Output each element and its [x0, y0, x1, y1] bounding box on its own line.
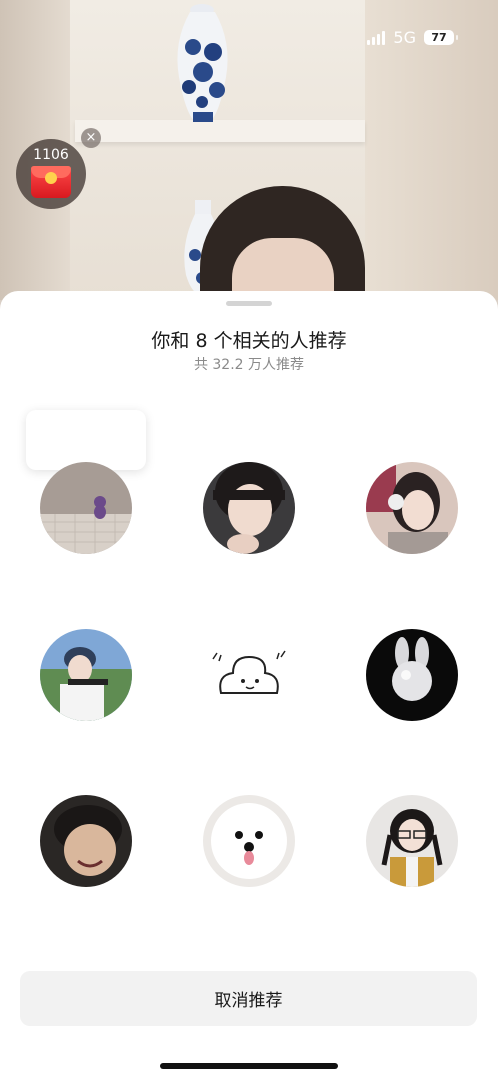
battery-icon: 77	[424, 30, 458, 45]
red-packet-count: 1106	[33, 147, 69, 163]
recommender-avatar[interactable]	[40, 462, 132, 554]
red-packet-widget[interactable]: 1106	[16, 139, 86, 209]
recommender-avatar[interactable]	[203, 629, 295, 721]
recommender-avatar[interactable]	[203, 795, 295, 887]
recommender-avatar[interactable]	[40, 629, 132, 721]
recommender-avatar[interactable]	[203, 462, 295, 554]
signal-icon	[367, 30, 386, 45]
cancel-recommend-button[interactable]: 取消推荐	[20, 971, 477, 1026]
recommend-sheet: 你和 8 个相关的人推荐 共 32.2 万人推荐 取消推荐	[0, 291, 498, 1080]
sheet-subtitle: 共 32.2 万人推荐	[193, 357, 305, 373]
battery-level: 77	[431, 31, 447, 44]
network-label: 5G	[393, 28, 416, 47]
status-bar: 5G 77	[367, 28, 458, 47]
red-packet-icon	[31, 166, 71, 198]
red-packet-close-icon[interactable]: ×	[81, 128, 101, 148]
vase-image	[177, 4, 228, 122]
recommender-avatar[interactable]	[366, 462, 458, 554]
drag-handle[interactable]	[226, 301, 272, 306]
recommender-avatar[interactable]	[40, 795, 132, 887]
tooltip-bubble	[26, 410, 146, 478]
sheet-title: 你和 8 个相关的人推荐	[151, 330, 347, 352]
recommender-avatar[interactable]	[366, 629, 458, 721]
home-indicator	[160, 1063, 338, 1069]
recommender-avatar[interactable]	[366, 795, 458, 887]
